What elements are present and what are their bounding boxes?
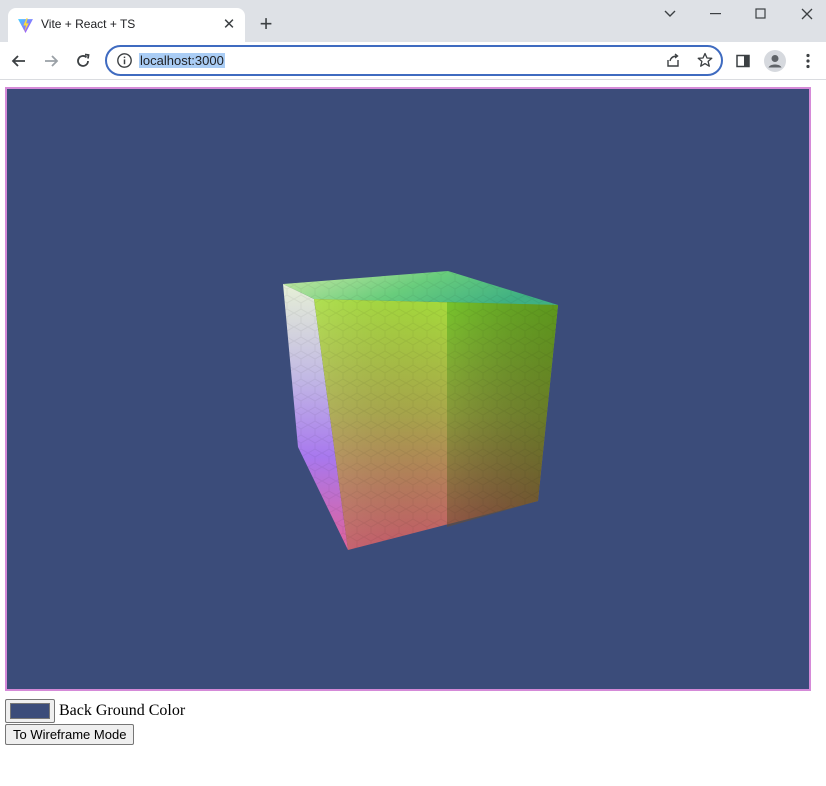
background-color-control: Back Ground Color (5, 698, 185, 724)
chevron-down-icon[interactable] (658, 4, 682, 24)
arrow-right-icon[interactable] (39, 49, 63, 73)
close-icon[interactable] (795, 4, 819, 24)
new-tab-button[interactable]: + (256, 13, 276, 35)
share-icon[interactable] (664, 51, 682, 69)
tab-strip: Vite + React + TS ✕ + (0, 0, 826, 42)
browser-tab[interactable]: Vite + React + TS ✕ (8, 8, 245, 42)
render-canvas[interactable] (5, 87, 811, 691)
color-swatch (10, 703, 50, 719)
tab-title: Vite + React + TS (41, 17, 136, 31)
maximize-icon[interactable] (749, 4, 773, 24)
wireframe-mode-button[interactable]: To Wireframe Mode (5, 724, 135, 745)
star-icon[interactable] (696, 51, 714, 69)
arrow-left-icon[interactable] (7, 49, 31, 73)
address-bar[interactable]: localhost:3000 (105, 45, 723, 76)
reload-icon[interactable] (71, 49, 95, 73)
browser-toolbar: localhost:3000 (0, 42, 826, 80)
vite-logo-icon (18, 18, 33, 33)
side-panel-icon[interactable] (732, 50, 754, 72)
minimize-icon[interactable] (704, 4, 728, 24)
background-color-label: Back Ground Color (59, 702, 186, 719)
scene-svg (7, 89, 809, 689)
kebab-menu-icon[interactable] (797, 50, 819, 72)
info-circle-icon[interactable] (116, 52, 133, 69)
url-text[interactable]: localhost:3000 (139, 53, 225, 68)
background-color-input[interactable] (5, 699, 55, 723)
profile-avatar-icon[interactable] (764, 50, 786, 72)
tab-close-icon[interactable]: ✕ (220, 16, 238, 34)
